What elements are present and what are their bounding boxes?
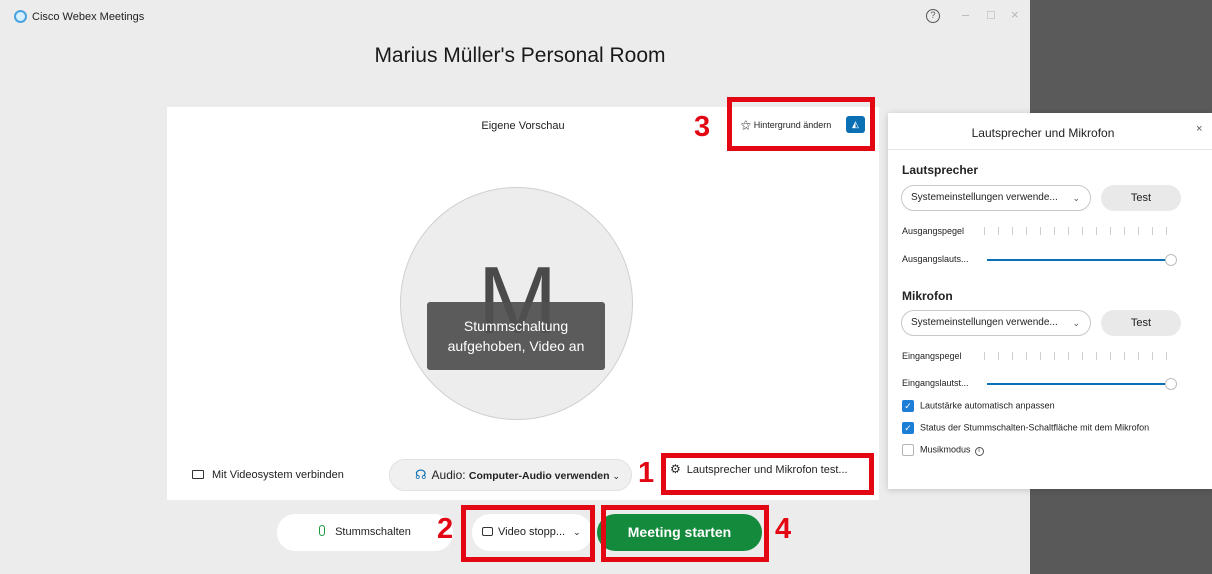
annotation-box-4 <box>601 505 769 562</box>
output-volume-label: Ausgangslauts... <box>902 254 969 264</box>
level-tick <box>1096 227 1097 235</box>
level-tick <box>984 227 985 235</box>
speaker-device-select[interactable]: Systemeinstellungen verwende... ⌄ <box>901 185 1091 211</box>
audio-connection-select[interactable]: ☊ Audio: Computer-Audio verwenden ⌄ <box>389 459 632 491</box>
level-tick <box>1054 352 1055 360</box>
title-bar: Cisco Webex Meetings ? – □ × <box>0 0 1030 34</box>
panel-divider <box>888 149 1212 150</box>
checkbox-unchecked-icon[interactable] <box>902 444 914 456</box>
annotation-number-4: 4 <box>775 513 792 545</box>
output-level-label: Ausgangspegel <box>902 226 965 236</box>
checkbox-checked-icon[interactable]: ✓ <box>902 422 914 434</box>
chevron-down-icon: ⌄ <box>1072 193 1080 203</box>
microphone-heading: Mikrofon <box>902 289 953 303</box>
status-overlay: Stummschaltung aufgehoben, Video an <box>427 302 605 370</box>
headset-icon: ☊ <box>415 467 427 482</box>
level-tick <box>1068 352 1069 360</box>
level-tick <box>1096 352 1097 360</box>
speaker-mic-panel: Lautsprecher und Mikrofon × Lautsprecher… <box>888 113 1212 489</box>
annotation-number-1: 1 <box>638 457 655 489</box>
chevron-down-icon: ⌄ <box>1072 318 1080 328</box>
level-tick <box>1124 227 1125 235</box>
close-window-icon[interactable]: × <box>1011 7 1019 22</box>
level-tick <box>1054 227 1055 235</box>
level-tick <box>1012 227 1013 235</box>
help-icon[interactable]: ? <box>926 9 940 23</box>
option-sync-mute-label: Status der Stummschalten-Schaltfläche mi… <box>920 422 1150 433</box>
option-sync-mute[interactable]: ✓ Status der Stummschalten-Schaltfläche m… <box>902 422 1149 434</box>
level-tick <box>998 227 999 235</box>
input-level-meter <box>984 352 1174 360</box>
status-line-2: aufgehoben, Video an <box>447 338 585 354</box>
background-area-bottom <box>1030 490 1212 574</box>
annotation-box-2 <box>461 505 595 562</box>
panel-title: Lautsprecher und Mikrofon <box>971 126 1115 140</box>
annotation-box-1 <box>661 453 874 495</box>
level-tick <box>1110 352 1111 360</box>
option-music-mode[interactable]: Musikmodus i <box>902 444 984 457</box>
input-volume-slider[interactable] <box>987 383 1165 385</box>
audio-value: Computer-Audio verwenden <box>468 470 610 482</box>
info-icon[interactable]: i <box>974 447 984 457</box>
webex-window: Cisco Webex Meetings ? – □ × Marius Müll… <box>0 0 1030 574</box>
close-icon[interactable]: × <box>1196 123 1202 135</box>
checkbox-checked-icon[interactable]: ✓ <box>902 400 914 412</box>
mute-button[interactable]: Stummschalten <box>277 514 453 551</box>
cast-icon <box>192 470 204 479</box>
option-auto-volume[interactable]: ✓ Lautstärke automatisch anpassen <box>902 400 1055 412</box>
microphone-icon <box>319 525 326 536</box>
speaker-test-button[interactable]: Test <box>1101 185 1181 211</box>
level-tick <box>1138 352 1139 360</box>
input-volume-handle[interactable] <box>1165 378 1177 390</box>
level-tick <box>1012 352 1013 360</box>
level-tick <box>1082 352 1083 360</box>
page-title: Marius Müller's Personal Room <box>374 44 666 67</box>
level-tick <box>1166 227 1167 235</box>
level-tick <box>1138 227 1139 235</box>
level-tick <box>1026 352 1027 360</box>
level-tick <box>1068 227 1069 235</box>
level-tick <box>1166 352 1167 360</box>
level-tick <box>1110 227 1111 235</box>
microphone-device-select[interactable]: Systemeinstellungen verwende... ⌄ <box>901 310 1091 336</box>
level-tick <box>1040 352 1041 360</box>
option-auto-volume-label: Lautstärke automatisch anpassen <box>920 400 1055 411</box>
minimize-icon[interactable]: – <box>962 7 969 22</box>
output-level-meter <box>984 227 1174 235</box>
speaker-heading: Lautsprecher <box>902 163 979 177</box>
webex-logo-icon <box>14 10 27 23</box>
connect-video-system-button[interactable]: Mit Videosystem verbinden <box>192 469 344 481</box>
annotation-number-2: 2 <box>437 513 454 545</box>
level-tick <box>1026 227 1027 235</box>
level-tick <box>1082 227 1083 235</box>
input-volume-label: Eingangslautst... <box>902 378 969 388</box>
input-level-label: Eingangspegel <box>902 351 962 361</box>
connect-video-system-label: Mit Videosystem verbinden <box>212 469 344 481</box>
microphone-device-value: Systemeinstellungen verwende... <box>911 317 1058 328</box>
level-tick <box>998 352 999 360</box>
self-preview-card: Eigene Vorschau M Stummschaltung aufgeho… <box>167 107 879 500</box>
level-tick <box>1124 352 1125 360</box>
annotation-number-3: 3 <box>694 111 711 143</box>
option-music-mode-label: Musikmodus <box>920 444 971 455</box>
background-effect-icon[interactable]: ◭ <box>846 116 865 133</box>
app-title: Cisco Webex Meetings <box>32 11 145 23</box>
output-volume-handle[interactable] <box>1165 254 1177 266</box>
maximize-icon[interactable]: □ <box>987 7 995 22</box>
microphone-test-button[interactable]: Test <box>1101 310 1181 336</box>
mute-label: Stummschalten <box>335 526 411 538</box>
level-tick <box>1152 227 1153 235</box>
output-volume-slider[interactable] <box>987 259 1165 261</box>
chevron-down-icon: ⌄ <box>612 471 621 481</box>
status-line-1: Stummschaltung <box>463 318 569 334</box>
audio-prefix: Audio: <box>431 468 469 482</box>
level-tick <box>1152 352 1153 360</box>
level-tick <box>1040 227 1041 235</box>
level-tick <box>984 352 985 360</box>
speaker-device-value: Systemeinstellungen verwende... <box>911 192 1058 203</box>
